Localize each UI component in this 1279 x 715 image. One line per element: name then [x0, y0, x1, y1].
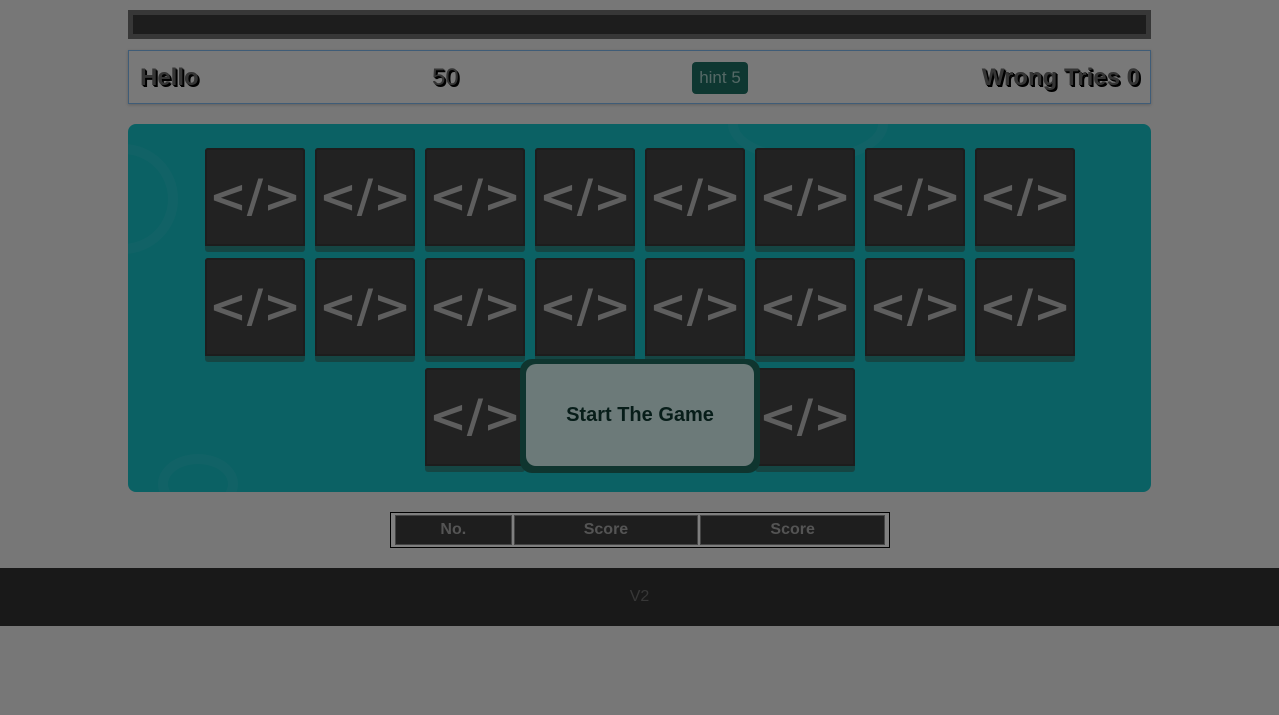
memory-card[interactable]: </> [315, 258, 415, 362]
timer: 50 [432, 64, 459, 91]
code-icon: </> [759, 389, 851, 443]
score-table: No. Score Score [390, 512, 890, 548]
col-header-score-2: Score [700, 515, 885, 545]
memory-card[interactable]: </> [755, 368, 855, 472]
memory-card[interactable]: </> [535, 148, 635, 252]
player-name: Hello [140, 64, 199, 91]
wrong-tries: Wrong Tries 0 [981, 64, 1140, 91]
info-bar: Hello 50 hint 5 Wrong Tries 0 [128, 50, 1151, 104]
code-icon: </> [649, 169, 741, 223]
memory-card[interactable]: </> [975, 148, 1075, 252]
memory-card[interactable]: </> [205, 258, 305, 362]
progress-fill [133, 15, 1146, 34]
hint-button[interactable]: hint 5 [692, 62, 748, 94]
memory-card[interactable]: </> [425, 368, 525, 472]
code-icon: </> [429, 279, 521, 333]
code-icon: </> [319, 169, 411, 223]
memory-card[interactable]: </> [645, 258, 745, 362]
code-icon: </> [979, 279, 1071, 333]
memory-card[interactable]: </> [755, 258, 855, 362]
start-game-frame: Start The Game [520, 359, 760, 473]
code-icon: </> [979, 169, 1071, 223]
memory-card[interactable]: </> [975, 258, 1075, 362]
code-icon: </> [539, 169, 631, 223]
memory-card[interactable]: </> [865, 148, 965, 252]
code-icon: </> [759, 169, 851, 223]
code-icon: </> [869, 169, 961, 223]
memory-card[interactable]: </> [425, 258, 525, 362]
code-icon: </> [539, 279, 631, 333]
memory-card[interactable]: </> [755, 148, 855, 252]
memory-card[interactable]: </> [865, 258, 965, 362]
memory-card[interactable]: </> [315, 148, 415, 252]
code-icon: </> [429, 389, 521, 443]
code-icon: </> [429, 169, 521, 223]
col-header-score: Score [513, 515, 699, 545]
code-icon: </> [209, 279, 301, 333]
code-icon: </> [759, 279, 851, 333]
memory-card[interactable]: </> [535, 258, 635, 362]
version-label: V2 [629, 588, 650, 605]
decoration-swirl [128, 144, 178, 254]
memory-card[interactable]: </> [205, 148, 305, 252]
progress-bar [128, 10, 1151, 39]
memory-card[interactable]: </> [425, 148, 525, 252]
col-header-no: No. [395, 515, 512, 545]
decoration-swirl [158, 454, 238, 492]
footer: V2 [0, 568, 1279, 626]
code-icon: </> [209, 169, 301, 223]
code-icon: </> [319, 279, 411, 333]
memory-card[interactable]: </> [645, 148, 745, 252]
code-icon: </> [869, 279, 961, 333]
code-icon: </> [649, 279, 741, 333]
start-game-button[interactable]: Start The Game [526, 364, 754, 466]
